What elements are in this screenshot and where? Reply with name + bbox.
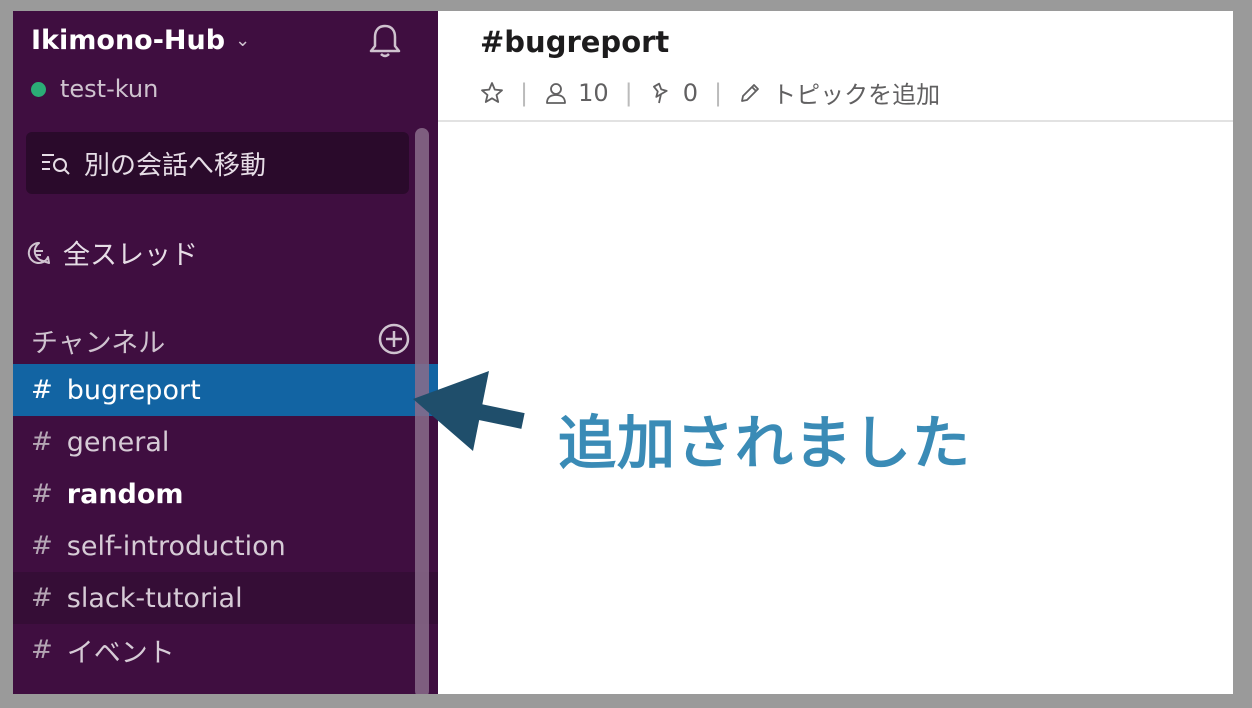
hash-icon: # <box>31 479 53 509</box>
channel-title: #bugreport <box>480 25 670 59</box>
hash-icon: # <box>31 531 53 561</box>
add-channel-icon[interactable] <box>377 322 411 356</box>
annotation-text: 追加されました <box>558 409 972 477</box>
hash-icon: # <box>31 427 53 457</box>
channels-section-header[interactable]: チャンネル <box>31 321 411 360</box>
threads-icon <box>27 241 50 264</box>
bell-icon[interactable] <box>365 21 405 61</box>
channel-name: slack-tutorial <box>66 582 243 614</box>
hash-icon: # <box>31 635 53 665</box>
annotation-arrow-icon <box>413 371 525 451</box>
channel-meta: | 10 | 0 | トピックを追加 <box>480 75 940 110</box>
channel-name: self-introduction <box>66 530 286 562</box>
jump-to-label: 別の会話へ移動 <box>84 150 267 181</box>
app-window: Ikimono-Hub ⌄ test-kun 別の会話へ移動 全スレッド チャン… <box>13 11 1233 694</box>
channel-list: # bugreport # general # random # self-in… <box>13 364 438 676</box>
channel-name: general <box>66 426 170 458</box>
jump-to-button[interactable]: 別の会話へ移動 <box>26 132 409 194</box>
pencil-icon[interactable] <box>738 81 762 105</box>
channel-view: #bugreport | 10 | 0 | トピックを追加 <box>438 11 1233 694</box>
channel-name: random <box>66 478 184 510</box>
add-topic-button[interactable]: トピックを追加 <box>772 75 940 110</box>
sidebar-item-channel-bugreport[interactable]: # bugreport <box>13 364 438 416</box>
sidebar-item-channel-slack-tutorial[interactable]: # slack-tutorial <box>13 572 438 624</box>
channels-header-label: チャンネル <box>31 328 166 359</box>
workspace-name: Ikimono-Hub <box>31 25 226 56</box>
separator: | <box>624 78 633 107</box>
member-icon[interactable] <box>544 81 568 105</box>
threads-label: 全スレッド <box>63 240 198 271</box>
search-list-icon <box>42 154 70 175</box>
header-divider <box>438 120 1233 122</box>
chevron-down-icon: ⌄ <box>235 30 251 51</box>
separator: | <box>714 78 723 107</box>
sidebar-item-channel-random[interactable]: # random <box>13 468 438 520</box>
sidebar-item-threads[interactable]: 全スレッド <box>27 233 198 272</box>
channel-name: イベント <box>66 637 175 669</box>
pin-icon[interactable] <box>649 81 673 105</box>
star-icon[interactable] <box>480 81 504 105</box>
hash-icon: # <box>31 375 53 405</box>
separator: | <box>520 78 529 107</box>
user-status[interactable]: test-kun <box>31 75 158 103</box>
channel-name: bugreport <box>66 374 201 406</box>
workspace-switcher[interactable]: Ikimono-Hub ⌄ <box>31 25 250 56</box>
online-status-icon <box>31 81 46 97</box>
sidebar-item-channel-event[interactable]: # イベント <box>13 624 438 676</box>
sidebar-item-channel-general[interactable]: # general <box>13 416 438 468</box>
member-count[interactable]: 10 <box>578 79 609 107</box>
pin-count[interactable]: 0 <box>683 79 698 107</box>
sidebar: Ikimono-Hub ⌄ test-kun 別の会話へ移動 全スレッド チャン… <box>13 11 438 694</box>
user-name: test-kun <box>60 75 159 103</box>
sidebar-item-channel-self-introduction[interactable]: # self-introduction <box>13 520 438 572</box>
hash-icon: # <box>31 583 53 613</box>
